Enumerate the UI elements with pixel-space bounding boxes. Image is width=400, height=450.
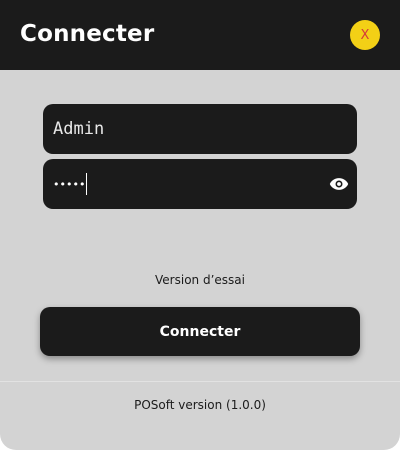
trial-version-label: Version d’essai <box>155 273 245 287</box>
close-button[interactable]: X <box>350 20 380 50</box>
title-bar: Connecter X <box>0 0 400 70</box>
connect-button[interactable]: Connecter <box>40 307 360 356</box>
window-title: Connecter <box>20 21 155 47</box>
password-field[interactable]: ••••• <box>43 159 357 209</box>
username-field[interactable] <box>43 104 357 154</box>
footer-divider <box>0 381 400 382</box>
text-caret <box>86 173 88 195</box>
password-value: ••••• <box>53 177 86 191</box>
password-input[interactable]: ••••• <box>53 159 88 209</box>
username-input[interactable] <box>53 104 323 154</box>
eye-icon[interactable] <box>328 174 350 194</box>
login-window: Connecter X ••••• Version d’essai Connec… <box>0 0 400 450</box>
app-version-label: POSoft version (1.0.0) <box>134 398 266 412</box>
close-icon: X <box>360 27 370 43</box>
